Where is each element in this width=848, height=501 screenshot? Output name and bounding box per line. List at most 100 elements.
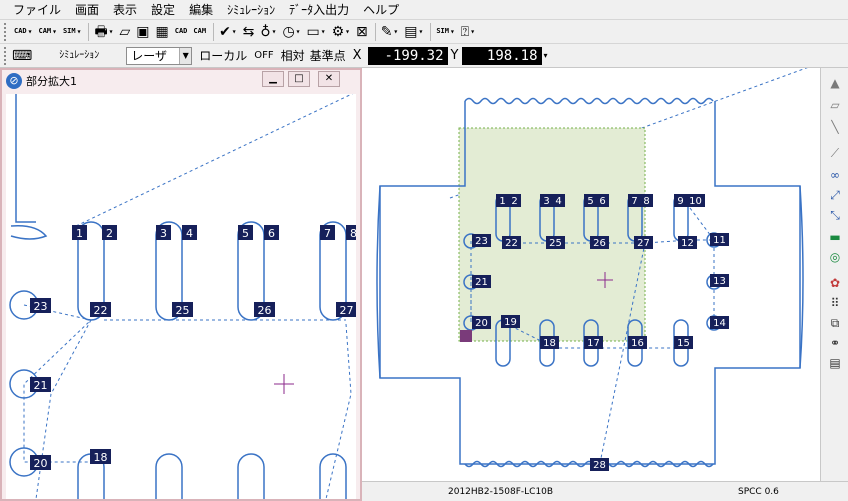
local-toggle[interactable]: ローカル — [199, 47, 247, 64]
chevron-down-icon[interactable]: ▾ — [232, 28, 237, 36]
tool-change-button[interactable]: ⇆ — [241, 22, 257, 42]
zoom-part-outline — [9, 94, 347, 499]
check-icon: ✔ — [219, 23, 231, 40]
clock-button[interactable]: ◷ ▾ — [280, 22, 302, 42]
x-coordinate-field[interactable]: -199.32 — [367, 46, 448, 65]
sequence-label: 22 — [94, 304, 108, 317]
keyboard-icon[interactable]: ⌨ — [12, 48, 32, 64]
chevron-down-icon[interactable]: ▾ — [77, 28, 82, 36]
robot-icon: ⚙ — [331, 23, 345, 40]
sequence-label: 19 — [504, 317, 517, 328]
print-button[interactable]: 🖶 ▾ — [92, 22, 115, 42]
eraser-outline-button[interactable]: ▭ ▾ — [305, 22, 328, 42]
zoom-tool-paths — [23, 304, 352, 499]
erase-button[interactable]: ▱ — [118, 22, 133, 42]
cam-file-icon: CAM — [193, 27, 207, 35]
move-icon[interactable]: ⤢ — [825, 186, 845, 204]
draw-mode-icon[interactable]: ▲ — [825, 74, 845, 92]
sequence-label: 21 — [475, 277, 488, 288]
cam-button[interactable]: CAM ▾ — [36, 22, 58, 42]
sequence-label: 4 — [555, 196, 561, 207]
laser-select-value: レーザ — [131, 49, 167, 63]
laser-head-icon[interactable]: ▬ — [825, 228, 845, 246]
sequence-button[interactable]: ♁ ▾ — [258, 22, 278, 42]
sim-button[interactable]: SIM ▾ — [61, 22, 83, 42]
menu-screen[interactable]: 画面 — [68, 0, 106, 20]
sequence-label: 4 — [186, 227, 193, 240]
cad-button[interactable]: CAD ▾ — [12, 22, 34, 42]
menu-simulation[interactable]: ｼﾐｭﾚｰｼｮﾝ — [220, 0, 282, 20]
menu-file[interactable]: ファイル — [6, 0, 68, 20]
merge-button[interactable]: ⊠ — [354, 22, 370, 42]
robot-button[interactable]: ⚙ ▾ — [330, 22, 352, 42]
chevron-down-icon[interactable]: ▾ — [28, 28, 33, 36]
sequence-label: 10 — [689, 196, 702, 207]
menu-help[interactable]: ヘルプ — [356, 0, 406, 20]
menu-bar: ファイル 画面 表示 設定 編集 ｼﾐｭﾚｰｼｮﾝ ﾃﾞｰﾀ入出力 ヘルプ — [0, 0, 848, 20]
target-icon[interactable]: ◎ — [825, 248, 845, 266]
measure-icon[interactable]: ⟋ — [825, 144, 845, 162]
chevron-down-icon[interactable]: ▾ — [345, 28, 350, 36]
menu-data-io[interactable]: ﾃﾞｰﾀ入出力 — [282, 0, 356, 20]
y-label: Y — [450, 48, 459, 63]
zoom-window-titlebar[interactable]: ⊘ 部分拡大1 ▁ □ ✕ — [2, 70, 360, 92]
base-point-toggle[interactable]: 基準点 — [310, 47, 346, 64]
help-cursor-button[interactable]: ⍰ ▾ — [459, 22, 477, 42]
toolbar-grip[interactable] — [4, 22, 8, 41]
close-button[interactable]: ✕ — [318, 71, 340, 87]
window-icon[interactable]: ⧉ — [825, 314, 845, 332]
chevron-down-icon[interactable]: ▾ — [450, 28, 455, 36]
chevron-down-icon[interactable]: ▾ — [272, 28, 277, 36]
laser-select[interactable]: レーザ ▼ — [126, 46, 193, 65]
sim-icon: SIM — [62, 27, 76, 35]
chevron-down-icon[interactable]: ▼ — [179, 47, 192, 64]
toolbar-grip[interactable] — [4, 46, 8, 65]
sequence-label: 20 — [475, 318, 488, 329]
sequence-label: 3 — [543, 196, 549, 207]
chevron-down-icon[interactable]: ▾ — [109, 28, 114, 36]
document-icon[interactable]: ▤ — [825, 354, 845, 372]
layers-icon[interactable]: ✿ — [825, 274, 845, 292]
save-as-button[interactable]: ▦ — [154, 22, 171, 42]
chevron-down-icon[interactable]: ▾ — [544, 51, 548, 60]
grid-icon[interactable]: ⠿ — [825, 294, 845, 312]
zoom-icon[interactable]: ⤡ — [825, 206, 845, 224]
cad-icon: CAD — [14, 27, 27, 35]
eraser-icon: ▱ — [119, 23, 131, 40]
save-button[interactable]: ▣ — [134, 22, 151, 42]
tag-button[interactable]: ✎ ▾ — [379, 22, 401, 42]
sequence-label: 7 — [324, 227, 331, 240]
draw-select-icon[interactable]: ▱ — [825, 96, 845, 114]
relative-toggle[interactable]: 相対 — [281, 47, 305, 64]
off-toggle[interactable]: OFF — [254, 50, 273, 61]
cad-file-button[interactable]: CAD — [173, 22, 190, 42]
zoom-canvas[interactable]: 1 2 3 4 5 6 7 8 18 20 21 22 23 25 26 27 — [6, 94, 356, 499]
menu-edit[interactable]: 編集 — [182, 0, 220, 20]
chevron-down-icon[interactable]: ▾ — [393, 28, 398, 36]
line-icon[interactable]: ╲ — [825, 118, 845, 136]
material: SPCC 0.6 — [738, 487, 779, 497]
menu-view[interactable]: 表示 — [106, 0, 144, 20]
chevron-down-icon[interactable]: ▾ — [296, 28, 301, 36]
sequence-label: 5 — [587, 196, 593, 207]
chevron-down-icon[interactable]: ▾ — [321, 28, 326, 36]
toolbar-separator — [88, 22, 90, 41]
chain-icon[interactable]: ⚭ — [825, 334, 845, 352]
menu-settings[interactable]: 設定 — [144, 0, 182, 20]
check-button[interactable]: ✔ ▾ — [217, 22, 239, 42]
zoom-window[interactable]: ⊘ 部分拡大1 ▁ □ ✕ 1 2 3 4 5 6 7 8 18 20 21 2… — [0, 68, 362, 501]
sequence-label: 18 — [543, 338, 556, 349]
monitor-button[interactable]: ▤ ▾ — [402, 22, 425, 42]
chevron-down-icon[interactable]: ▾ — [52, 28, 57, 36]
y-coordinate-field[interactable]: 198.18 — [461, 46, 542, 65]
main-drawing-canvas[interactable]: 1 2 3 4 5 6 7 8 9 10 11 12 13 14 15 16 17 18 19 20 21 22 23 25 2… — [360, 68, 820, 481]
maximize-button[interactable]: □ — [288, 71, 310, 87]
chevron-down-icon[interactable]: ▾ — [418, 28, 423, 36]
minimize-button[interactable]: ▁ — [262, 71, 284, 87]
sim-compare-button[interactable]: SIM ▾ — [434, 22, 456, 42]
chevron-down-icon[interactable]: ▾ — [470, 28, 475, 36]
zoom-drawing: 1 2 3 4 5 6 7 81820212223 25 26 27 — [9, 94, 356, 499]
link-icon[interactable]: ∞ — [825, 166, 845, 184]
cam-file-button[interactable]: CAM — [191, 22, 208, 42]
simulation-toolbar: ⌨ ｼﾐｭﾚｰｼｮﾝ レーザ ▼ ローカル OFF 相対 基準点 X -199.… — [0, 44, 848, 68]
